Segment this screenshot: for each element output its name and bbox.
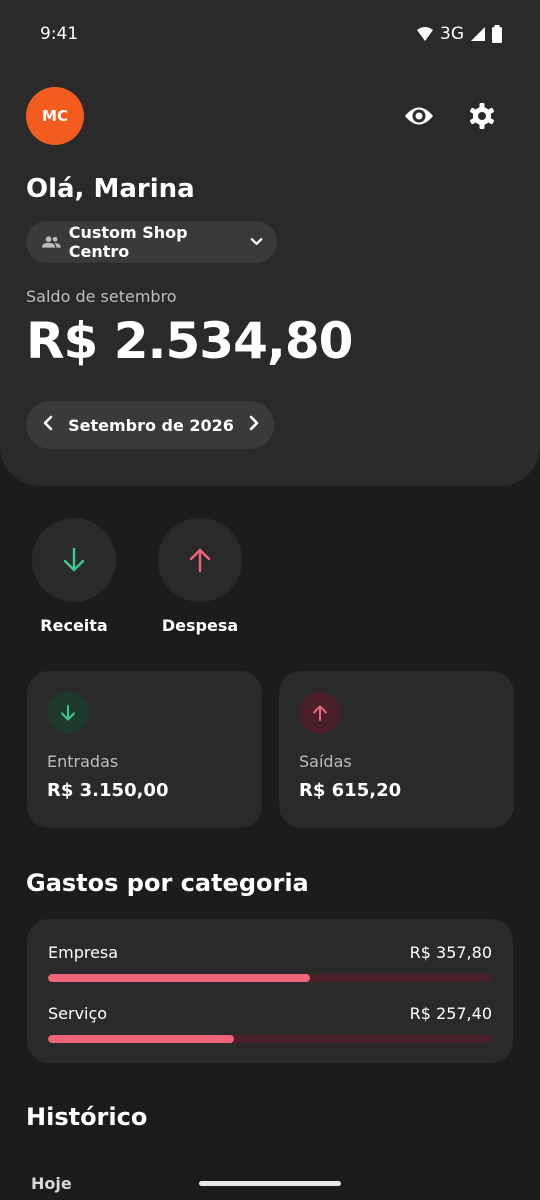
- category-name: Serviço: [48, 1004, 108, 1023]
- arrow-up-icon: [189, 548, 211, 573]
- add-expense-button[interactable]: [158, 518, 242, 602]
- shop-selector[interactable]: Custom Shop Centro: [26, 221, 277, 263]
- signal-icon: [471, 27, 485, 41]
- expense-label: Saídas: [299, 752, 352, 771]
- group-icon: [42, 236, 61, 248]
- status-icons: 3G: [416, 24, 502, 44]
- battery-icon: [492, 25, 502, 43]
- shop-name: Custom Shop Centro: [68, 223, 188, 261]
- expense-summary-card: Saídas R$ 615,20: [279, 671, 514, 828]
- avatar-initials: MC: [42, 107, 68, 125]
- history-title: Histórico: [26, 1103, 148, 1131]
- add-expense-label[interactable]: Despesa: [146, 616, 254, 635]
- arrow-down-icon: [61, 705, 75, 721]
- category-name: Empresa: [48, 943, 119, 962]
- income-value: R$ 3.150,00: [47, 780, 169, 801]
- previous-month-button[interactable]: [42, 415, 54, 435]
- next-month-button[interactable]: [248, 415, 260, 435]
- add-income-button[interactable]: [32, 518, 116, 602]
- category-bar-fill: [48, 1035, 235, 1043]
- category-bar-track: [48, 1035, 492, 1043]
- toggle-visibility-button[interactable]: [399, 96, 439, 136]
- expense-value: R$ 615,20: [299, 780, 402, 801]
- category-bar-fill: [48, 974, 310, 982]
- greeting: Olá, Marina: [26, 174, 195, 204]
- chevron-right-icon: [249, 415, 259, 431]
- category-amount: R$ 257,40: [409, 1004, 492, 1023]
- month-navigator: Setembro de 2026: [26, 401, 274, 449]
- income-badge: [47, 692, 89, 734]
- category-bar-track: [48, 974, 492, 982]
- arrow-down-icon: [63, 547, 85, 572]
- month-label: Setembro de 2026: [68, 415, 234, 435]
- expense-badge: [299, 692, 341, 734]
- network-label: 3G: [440, 24, 464, 44]
- income-summary-card: Entradas R$ 3.150,00: [27, 671, 262, 828]
- income-label: Entradas: [47, 752, 119, 771]
- chevron-down-icon: [250, 238, 263, 245]
- gear-icon: [470, 103, 494, 129]
- balance-value: R$ 2.534,80: [26, 312, 353, 370]
- add-income-label[interactable]: Receita: [20, 616, 128, 635]
- balance-label: Saldo de setembro: [26, 287, 177, 306]
- arrow-up-icon: [313, 705, 327, 721]
- avatar[interactable]: MC: [26, 87, 84, 145]
- chevron-left-icon: [43, 415, 53, 431]
- eye-icon: [405, 107, 433, 125]
- status-time: 9:41: [40, 24, 79, 44]
- settings-button[interactable]: [462, 96, 502, 136]
- home-indicator[interactable]: [199, 1181, 341, 1186]
- categories-title: Gastos por categoria: [26, 869, 309, 897]
- wifi-icon: [417, 27, 433, 41]
- category-amount: R$ 357,80: [409, 943, 492, 962]
- status-bar: 9:41 3G: [0, 0, 540, 68]
- categories-card: Empresa R$ 357,80 Serviço R$ 257,40: [27, 919, 513, 1063]
- history-group-today: Hoje: [31, 1174, 72, 1193]
